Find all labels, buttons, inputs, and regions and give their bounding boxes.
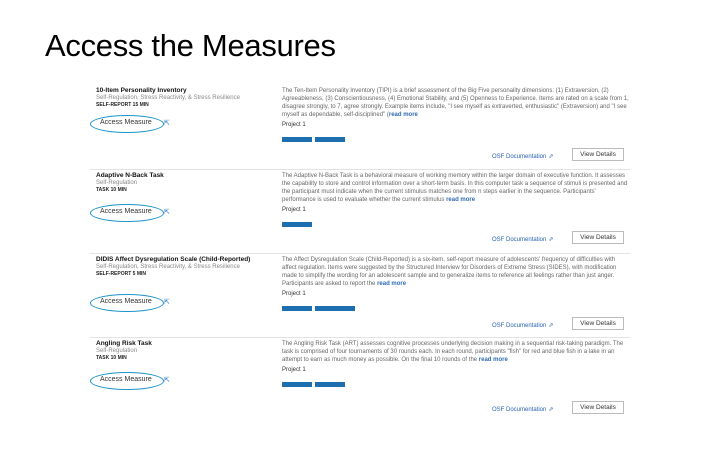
osf-documentation-link[interactable]: OSF Documentation ⇗: [492, 153, 553, 160]
external-link-icon[interactable]: ⇱: [164, 208, 170, 216]
read-more-link[interactable]: read more: [479, 357, 508, 363]
measure-description: The Angling Risk Task (ART) assesses cog…: [282, 341, 624, 363]
external-link-icon: ⇗: [548, 323, 554, 329]
measure-category: Self-Regulation: [96, 348, 138, 354]
measure-details: The Angling Risk Task (ART) assesses cog…: [282, 338, 630, 394]
external-link-icon: ⇗: [548, 237, 554, 243]
access-measure-highlight: Access Measure ⇱: [90, 372, 170, 390]
access-measure-button[interactable]: Access Measure: [100, 208, 152, 215]
external-link-icon[interactable]: ⇱: [164, 298, 170, 306]
read-more-link[interactable]: read more: [446, 197, 475, 203]
project-label: Project 1: [282, 122, 306, 128]
tag-chip[interactable]: [315, 382, 345, 388]
measure-info: Angling Risk Task Self-Regulation TASK 1…: [96, 338, 276, 362]
measure-category: Self-Regulation, Stress Reactivity, & St…: [96, 95, 240, 101]
access-measure-highlight: Access Measure ⇱: [90, 294, 170, 312]
measure-card: DIDIS Affect Dysregulation Scale (Child-…: [90, 253, 630, 334]
external-link-icon: ⇗: [548, 154, 554, 160]
access-measure-highlight: Access Measure ⇱: [90, 115, 170, 133]
tag-chip[interactable]: [282, 137, 312, 143]
measure-info: Adaptive N-Back Task Self-Regulation TAS…: [96, 170, 276, 194]
tag-row: [282, 131, 630, 149]
osf-documentation-link[interactable]: OSF Documentation ⇗: [492, 406, 553, 413]
tag-chip[interactable]: [315, 306, 355, 312]
view-details-button[interactable]: View Details: [572, 148, 624, 161]
tag-row: [282, 376, 630, 394]
measure-details: The Adaptive N-Back Task is a behavioral…: [282, 170, 630, 234]
external-link-icon[interactable]: ⇱: [164, 119, 170, 127]
measure-time: TASK 10 MIN: [96, 187, 127, 193]
access-measure-button[interactable]: Access Measure: [100, 119, 152, 126]
view-details-button[interactable]: View Details: [572, 317, 624, 330]
view-details-button[interactable]: View Details: [572, 401, 624, 414]
measures-list-screenshot: 10-Item Personality Inventory Self-Regul…: [90, 85, 630, 415]
measure-details: The Ten-Item Personality Inventory (TIPI…: [282, 85, 630, 149]
measure-description: The Adaptive N-Back Task is a behavioral…: [282, 173, 628, 203]
measure-time: TASK 10 MIN: [96, 355, 127, 361]
read-more-link[interactable]: read more: [377, 281, 406, 287]
tag-chip[interactable]: [315, 137, 345, 143]
measure-info: 10-Item Personality Inventory Self-Regul…: [96, 85, 276, 109]
measure-info: DIDIS Affect Dysregulation Scale (Child-…: [96, 254, 276, 278]
tag-row: [282, 300, 630, 318]
tag-chip[interactable]: [282, 222, 312, 228]
access-measure-button[interactable]: Access Measure: [100, 298, 152, 305]
measure-description: The Affect Dysregulation Scale (Child-Re…: [282, 257, 617, 287]
measure-card: 10-Item Personality Inventory Self-Regul…: [90, 85, 630, 165]
measure-time: SELF-REPORT 15 MIN: [96, 102, 149, 108]
view-details-button[interactable]: View Details: [572, 231, 624, 244]
access-measure-highlight: Access Measure ⇱: [90, 204, 170, 222]
measure-card: Angling Risk Task Self-Regulation TASK 1…: [90, 337, 630, 418]
measure-description: The Ten-Item Personality Inventory (TIPI…: [282, 88, 629, 118]
access-measure-button[interactable]: Access Measure: [100, 376, 152, 383]
measure-category: Self-Regulation: [96, 180, 138, 186]
project-label: Project 1: [282, 291, 306, 297]
measure-category: Self-Regulation, Stress Reactivity, & St…: [96, 264, 240, 270]
external-link-icon: ⇗: [548, 407, 554, 413]
measure-time: SELF-REPORT 5 MIN: [96, 271, 147, 277]
external-link-icon[interactable]: ⇱: [164, 376, 170, 384]
project-label: Project 1: [282, 367, 306, 373]
measure-name[interactable]: DIDIS Affect Dysregulation Scale (Child-…: [96, 256, 276, 264]
tag-chip[interactable]: [282, 382, 312, 388]
measure-details: The Affect Dysregulation Scale (Child-Re…: [282, 254, 630, 318]
measure-name[interactable]: Angling Risk Task: [96, 340, 276, 348]
tag-chip[interactable]: [282, 306, 312, 312]
osf-documentation-link[interactable]: OSF Documentation ⇗: [492, 236, 553, 243]
measure-card: Adaptive N-Back Task Self-Regulation TAS…: [90, 169, 630, 250]
osf-documentation-link[interactable]: OSF Documentation ⇗: [492, 322, 553, 329]
slide-title: Access the Measures: [45, 28, 336, 63]
project-label: Project 1: [282, 207, 306, 213]
read-more-link[interactable]: read more: [389, 112, 418, 118]
measure-name[interactable]: Adaptive N-Back Task: [96, 172, 276, 180]
measure-name[interactable]: 10-Item Personality Inventory: [96, 87, 276, 95]
